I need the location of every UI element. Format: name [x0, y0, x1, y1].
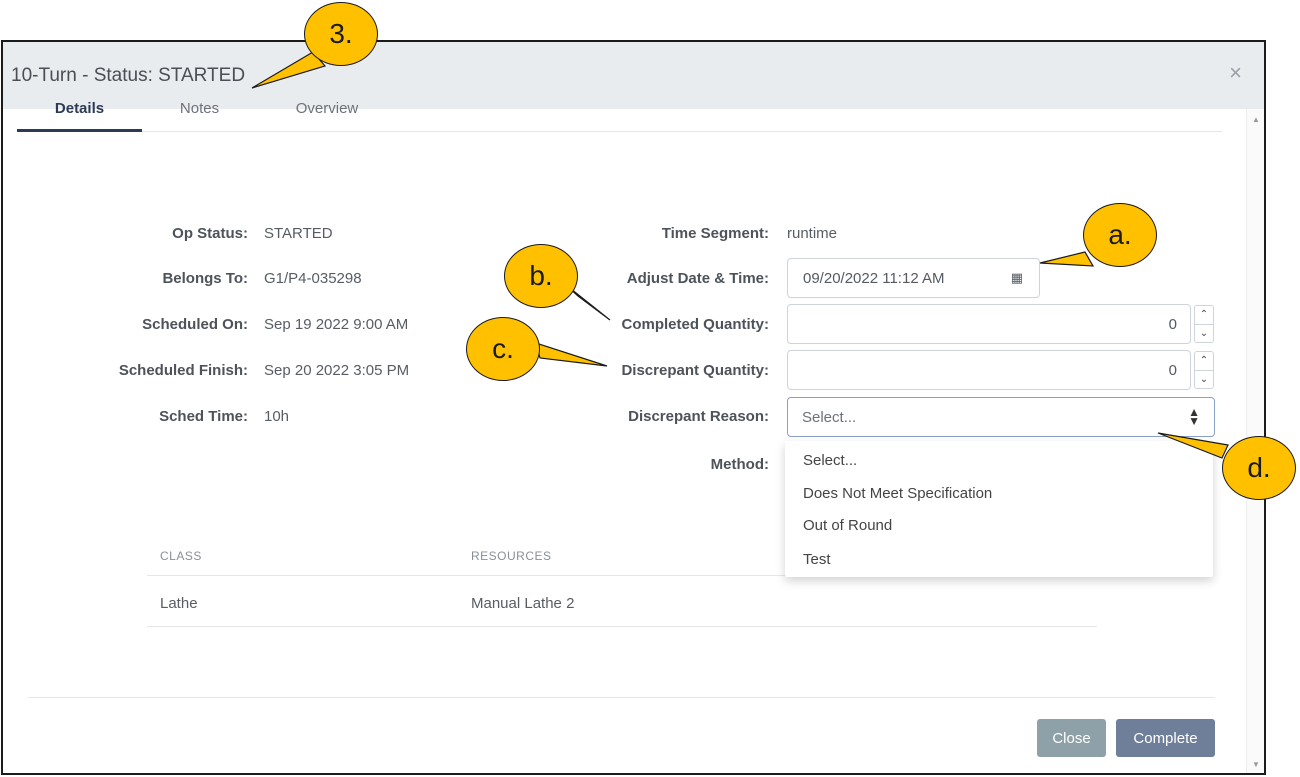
chevron-down-icon[interactable]: ⌄ — [1195, 323, 1213, 343]
table-cell-resources: Manual Lathe 2 — [471, 595, 575, 612]
adjust-date-value: 09/20/2022 11:12 AM — [803, 270, 945, 287]
dropdown-option[interactable]: Out of Round — [803, 517, 892, 534]
completed-qty-label: Completed Quantity: — [621, 316, 769, 333]
footer-divider — [28, 697, 1215, 698]
method-label: Method: — [710, 456, 769, 473]
table-header-class: CLASS — [160, 549, 202, 563]
time-segment-label: Time Segment: — [661, 225, 769, 242]
completed-qty-value: 0 — [1168, 316, 1177, 333]
scheduled-finish-value: Sep 20 2022 3:05 PM — [264, 362, 410, 379]
op-status-label: Op Status: — [172, 225, 248, 242]
discrepant-reason-label: Discrepant Reason: — [628, 408, 769, 425]
time-segment-value: runtime — [787, 225, 838, 242]
discrepant-reason-select[interactable]: Select... ▲ ▼ — [787, 397, 1215, 437]
adjust-date-label: Adjust Date & Time: — [626, 270, 769, 287]
chevron-up-icon[interactable]: ⌃ — [1195, 352, 1213, 370]
discrepant-reason-dropdown: Select... Does Not Meet Specification Ou… — [785, 441, 1213, 577]
sort-arrows-icon: ▲ ▼ — [1188, 405, 1200, 428]
discrepant-qty-input[interactable]: 0 ⌃ ⌄ — [787, 350, 1214, 390]
dropdown-option[interactable]: Select... — [803, 452, 857, 469]
scroll-down-icon[interactable]: ▼ — [1252, 760, 1260, 769]
calendar-icon[interactable]: ▦ — [1011, 270, 1023, 286]
callout-3: 3. — [304, 2, 378, 66]
completed-qty-stepper[interactable]: ⌃ ⌄ — [1194, 305, 1214, 343]
close-button[interactable]: Close — [1037, 719, 1106, 757]
table-cell-class: Lathe — [160, 595, 198, 612]
chevron-down-icon[interactable]: ⌄ — [1195, 369, 1213, 389]
callout-c: c. — [466, 317, 540, 381]
table-header-resources: RESOURCES — [471, 549, 552, 563]
scheduled-finish-label: Scheduled Finish: — [118, 362, 248, 379]
callout-b: b. — [504, 244, 578, 308]
close-icon[interactable]: × — [1229, 62, 1242, 84]
dropdown-option[interactable]: Does Not Meet Specification — [803, 485, 992, 502]
completed-qty-input[interactable]: 0 ⌃ ⌄ — [787, 304, 1214, 344]
chevron-up-icon[interactable]: ⌃ — [1195, 306, 1213, 324]
discrepant-qty-label: Discrepant Quantity: — [621, 362, 769, 379]
discrepant-qty-value: 0 — [1168, 362, 1177, 379]
belongs-to-value: G1/P4-035298 — [264, 270, 362, 287]
tab-bar: Details Notes Overview — [17, 92, 1222, 132]
discrepant-qty-stepper[interactable]: ⌃ ⌄ — [1194, 351, 1214, 389]
scheduled-on-label: Scheduled On: — [142, 316, 248, 333]
scroll-up-icon[interactable]: ▲ — [1252, 115, 1260, 124]
complete-button[interactable]: Complete — [1116, 719, 1215, 757]
sched-time-label: Sched Time: — [159, 408, 248, 425]
sched-time-value: 10h — [264, 408, 290, 425]
tab-overview[interactable]: Overview — [272, 92, 382, 132]
tab-details[interactable]: Details — [17, 92, 142, 132]
scheduled-on-value: Sep 19 2022 9:00 AM — [264, 316, 409, 333]
modal-title: 10-Turn - Status: STARTED — [11, 65, 246, 86]
adjust-date-input[interactable]: 09/20/2022 11:12 AM ▦ — [787, 258, 1040, 298]
discrepant-reason-value: Select... — [802, 409, 857, 426]
table-row-divider — [147, 626, 1097, 627]
dropdown-option[interactable]: Test — [803, 551, 831, 568]
callout-a: a. — [1083, 203, 1157, 267]
tab-notes[interactable]: Notes — [157, 92, 242, 132]
belongs-to-label: Belongs To: — [162, 270, 248, 287]
callout-d: d. — [1222, 436, 1296, 500]
op-status-value: STARTED — [264, 225, 333, 242]
